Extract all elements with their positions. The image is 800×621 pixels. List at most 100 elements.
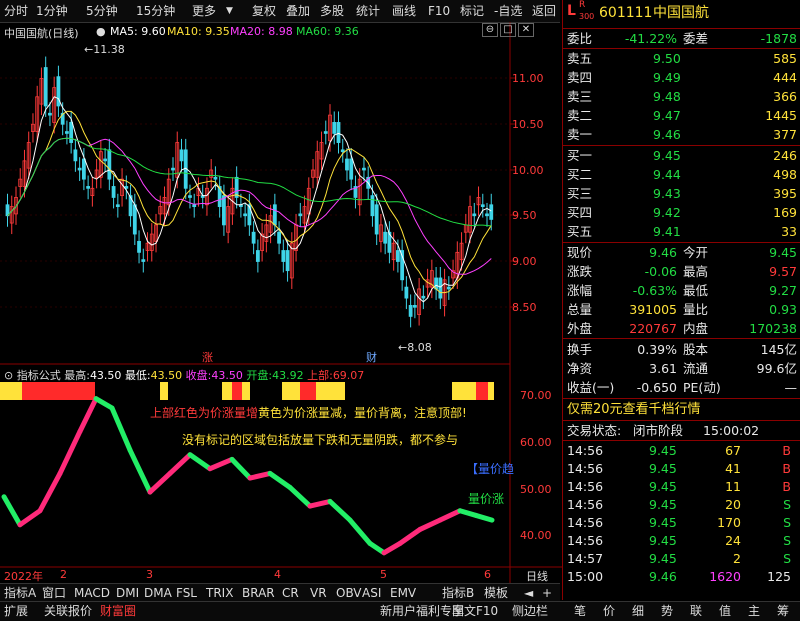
window-restore-button[interactable]: □ (500, 23, 516, 37)
toolbar-more[interactable]: 更多 (192, 3, 216, 19)
bottom-tab[interactable]: 财富圈 (100, 603, 136, 619)
indicator-note-2: 没有标记的区域包括放量下跌和无量阴跌，都不参与 (182, 433, 459, 447)
toolbar-back[interactable]: 返回 (532, 3, 556, 19)
bid-row[interactable]: 买三 9.43 395 (563, 185, 800, 203)
candle-body (298, 213, 303, 217)
signal-segment (300, 382, 316, 400)
toolbar-zixuan[interactable]: -自选 (494, 3, 522, 19)
side-tab[interactable]: 细 (632, 603, 644, 619)
indicator-tab[interactable]: TRIX (206, 585, 233, 601)
side-tab[interactable]: 主 (748, 603, 760, 619)
candle-body (77, 167, 82, 171)
toolbar-fenshi[interactable]: 分时 (4, 3, 28, 19)
toolbar-f10[interactable]: F10 (428, 3, 450, 19)
indicator-tab[interactable]: 指标A (4, 585, 36, 601)
candle-body (438, 277, 443, 299)
quote-row: 涨跌 -0.06 最高 9.57 (567, 264, 797, 279)
signal-segment (282, 382, 300, 400)
bottom-tab[interactable]: 侧边栏 (512, 603, 548, 619)
x-tick: 2022年 (4, 570, 43, 583)
tick-row: 14:57 9.45 2 S (567, 551, 791, 566)
indicator-tab[interactable]: OBV (336, 585, 362, 601)
period-label[interactable]: 日线 (526, 568, 548, 584)
indicator-tag-1: 【量价趋 (466, 462, 515, 476)
toolbar-biaoji[interactable]: 标记 (460, 3, 484, 19)
candle-body (222, 195, 226, 226)
osc-y-tick: 40.00 (520, 529, 552, 542)
side-tab[interactable]: 值 (719, 603, 731, 619)
candle-body (412, 305, 417, 308)
window-close-button[interactable]: ✕ (518, 23, 534, 37)
bottom-tab[interactable]: 关联报价 (44, 603, 92, 619)
ma10-line (7, 110, 492, 294)
candle-body (446, 286, 451, 290)
bid-row[interactable]: 买二 9.44 498 (563, 166, 800, 184)
osc-segment (347, 517, 373, 546)
ma60-label: MA60: 9.36 (296, 25, 359, 38)
indicator-tab[interactable]: DMI (116, 585, 139, 601)
indicator-tab[interactable]: MACD (74, 585, 110, 601)
candle-body (489, 204, 494, 220)
bid-row[interactable]: 买一 9.45 246 (563, 147, 800, 165)
ask-row[interactable]: 卖二 9.47 1445 (563, 107, 800, 125)
osc-segment (207, 456, 235, 472)
toolbar-5min[interactable]: 5分钟 (86, 3, 118, 19)
candle-body (472, 213, 477, 217)
ask-row[interactable]: 卖三 9.48 366 (563, 88, 800, 106)
osc-segment (147, 470, 173, 495)
nav-right-icon[interactable]: + (542, 585, 552, 601)
ad-banner[interactable]: 仅需20元查看千档行情 (563, 401, 800, 419)
indicator-tab[interactable]: VR (310, 585, 327, 601)
indicator-tab[interactable]: 窗口 (42, 585, 66, 601)
indicator-tab[interactable]: DMA (144, 585, 172, 601)
side-tab[interactable]: 笔 (574, 603, 586, 619)
osc-segment (247, 470, 273, 481)
stat-row: 换手 0.39% 股本 145亿 (567, 342, 797, 357)
bid-row[interactable]: 买五 9.41 33 (563, 223, 800, 241)
candle-body (383, 231, 388, 244)
indicator-tab[interactable]: 模板 (484, 585, 508, 601)
side-tab[interactable]: 联 (690, 603, 702, 619)
candle-body (107, 149, 112, 180)
ask-row[interactable]: 卖四 9.49 444 (563, 69, 800, 87)
x-tick: 4 (274, 568, 281, 581)
indicator-title[interactable]: 指标公式 (17, 369, 61, 382)
candle-body (192, 204, 197, 208)
indicator-tab[interactable]: FSL (176, 585, 197, 601)
toolbar-1min[interactable]: 1分钟 (36, 3, 68, 19)
side-tab[interactable]: 势 (661, 603, 673, 619)
side-tab[interactable]: 价 (603, 603, 615, 619)
bid-row[interactable]: 买四 9.42 169 (563, 204, 800, 222)
toolbar-15min[interactable]: 15分钟 (136, 3, 175, 19)
chart-title: 中国国航(日线) (4, 27, 79, 40)
candle-body (171, 167, 175, 171)
signal-segment (0, 382, 22, 400)
osc-segment (57, 428, 83, 476)
tick-row: 14:56 9.45 170 S (567, 515, 791, 530)
candle-body (188, 195, 192, 198)
ask-row[interactable]: 卖一 9.46 377 (563, 126, 800, 144)
indicator-tab[interactable]: EMV (390, 585, 416, 601)
toolbar-huaxian[interactable]: 画线 (392, 3, 416, 19)
indicator-tab[interactable]: 指标B (442, 585, 474, 601)
candle-body (255, 250, 260, 262)
chevron-down-icon[interactable]: ⊙ (4, 369, 13, 382)
toolbar-tongji[interactable]: 统计 (356, 3, 380, 19)
ask-row[interactable]: 卖五 9.50 585 (563, 50, 800, 68)
window-min-button[interactable]: ⊖ (482, 23, 498, 37)
high-annotation: ←11.38 (84, 43, 125, 56)
indicator-tab[interactable]: CR (282, 585, 299, 601)
bottom-tab[interactable]: 扩展 (4, 603, 28, 619)
side-tab[interactable]: 筹 (777, 603, 789, 619)
bottom-tab[interactable]: 图文F10 (452, 603, 498, 619)
nav-left-icon[interactable]: ◄ (524, 585, 533, 601)
indicator-tab[interactable]: ASI (362, 585, 381, 601)
candle-body (332, 122, 337, 134)
chevron-down-icon[interactable]: ▼ (226, 3, 233, 19)
indicator-tab[interactable]: BRAR (242, 585, 275, 601)
toolbar-fuquan[interactable]: 复权 (252, 3, 276, 19)
toolbar-duogu[interactable]: 多股 (320, 3, 344, 19)
toolbar-diejia[interactable]: 叠加 (286, 3, 310, 19)
tick-row: 14:56 9.45 11 B (567, 479, 791, 494)
candle-body (141, 259, 146, 262)
